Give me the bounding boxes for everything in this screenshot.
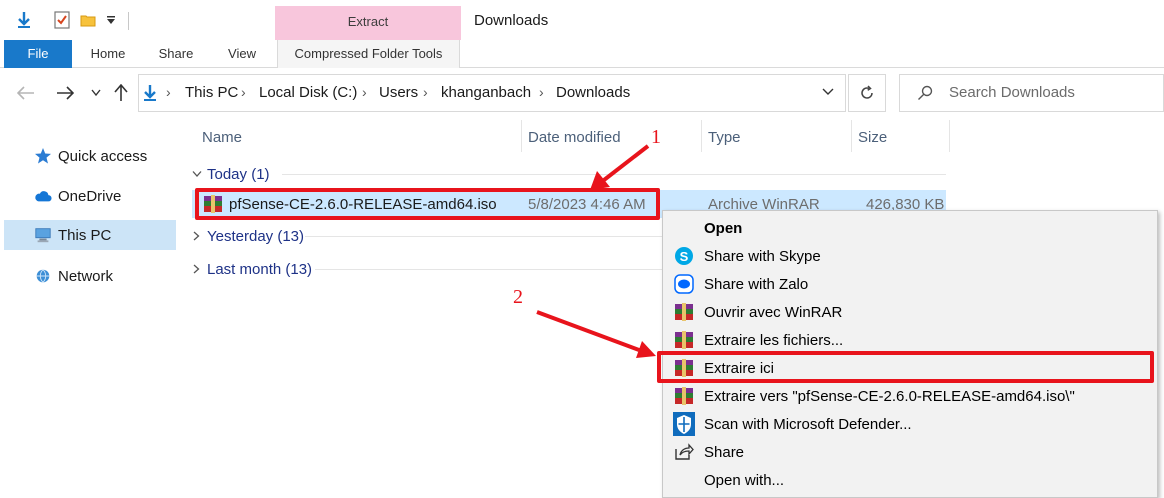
recent-locations-chevron-icon[interactable] <box>86 82 106 104</box>
annotation-arrowhead-2 <box>636 341 656 358</box>
properties-icon[interactable] <box>52 10 72 30</box>
annotation-highlight-extraire-ici <box>657 351 1154 383</box>
menu-item-label: Share with Skype <box>704 247 821 265</box>
group-header-today[interactable]: Today (1) <box>192 164 270 184</box>
column-divider[interactable] <box>701 120 702 152</box>
menu-item-extraire-les-fichiers[interactable]: Extraire les fichiers... <box>663 326 1157 354</box>
sidebar-item-label: Quick access <box>58 147 148 165</box>
winrar-icon <box>673 385 695 407</box>
breadcrumb-this-pc[interactable]: This PC <box>185 84 238 101</box>
menu-item-label: Share <box>704 443 745 461</box>
winrar-icon <box>673 301 695 323</box>
menu-item-label: Scan with Microsoft Defender... <box>704 415 912 433</box>
up-arrow-icon[interactable] <box>111 82 131 104</box>
menu-item-extraire-vers[interactable]: Extraire vers "pfSense-CE-2.6.0-RELEASE-… <box>663 382 1157 410</box>
star-icon <box>34 147 52 165</box>
chevron-down-icon <box>192 170 204 178</box>
menu-item-label: Open with... <box>704 471 785 489</box>
chevron-right-icon <box>192 264 204 274</box>
sidebar-item-label: OneDrive <box>58 187 122 205</box>
group-label: Last month (13) <box>207 260 313 278</box>
menu-item-share[interactable]: Share <box>663 438 1157 466</box>
menu-item-open-with[interactable]: Open with... <box>663 466 1157 494</box>
column-header-type[interactable]: Type <box>708 126 741 150</box>
column-divider[interactable] <box>851 120 852 152</box>
annotation-arrow-2 <box>536 310 640 352</box>
menu-item-label: Ouvrir avec WinRAR <box>704 303 843 321</box>
breadcrumb-local-disk[interactable]: Local Disk (C:) <box>259 84 357 101</box>
address-history-chevron-icon[interactable] <box>822 88 834 96</box>
menu-item-share-with-skype[interactable]: S Share with Skype <box>663 242 1157 270</box>
tab-file[interactable]: File <box>4 40 72 68</box>
quick-access-separator <box>128 12 129 30</box>
menu-item-share-with-zalo[interactable]: Share with Zalo <box>663 270 1157 298</box>
tab-view[interactable]: View <box>214 40 270 68</box>
window-title: Downloads <box>474 12 549 29</box>
sidebar-item-this-pc[interactable]: This PC <box>4 220 176 250</box>
cloud-icon <box>34 187 52 205</box>
menu-item-label: Open <box>704 219 743 237</box>
tab-compressed-folder-tools[interactable]: Compressed Folder Tools <box>277 40 460 68</box>
sidebar-item-onedrive[interactable]: OneDrive <box>4 181 176 211</box>
zalo-icon <box>673 273 695 295</box>
svg-text:S: S <box>680 249 689 264</box>
menu-item-label: Share with Zalo <box>704 275 809 293</box>
annotation-highlight-file <box>195 188 660 220</box>
menu-item-label: Extraire les fichiers... <box>704 331 844 349</box>
computer-icon <box>34 226 52 244</box>
skype-icon: S <box>673 245 695 267</box>
customize-dropdown-icon[interactable] <box>101 10 121 30</box>
sidebar-item-quick-access[interactable]: Quick access <box>4 141 176 171</box>
annotation-number-1: 1 <box>651 126 661 148</box>
menu-item-label: Extraire vers "pfSense-CE-2.6.0-RELEASE-… <box>704 387 1075 405</box>
group-header-yesterday[interactable]: Yesterday (13) <box>192 226 304 246</box>
refresh-button[interactable] <box>848 74 886 112</box>
group-divider <box>282 174 946 175</box>
breadcrumb-users[interactable]: Users <box>379 84 418 101</box>
defender-shield-icon <box>673 412 695 436</box>
breadcrumb-separator-icon[interactable]: › <box>166 84 171 100</box>
breadcrumb-downloads[interactable]: Downloads <box>556 84 630 101</box>
search-placeholder: Search Downloads <box>949 84 1075 101</box>
breadcrumb-separator-icon[interactable]: › <box>539 84 544 100</box>
breadcrumb-separator-icon[interactable]: › <box>241 84 246 100</box>
group-label: Today (1) <box>207 165 270 183</box>
column-header-name[interactable]: Name <box>202 126 242 150</box>
column-header-date-modified[interactable]: Date modified <box>528 126 621 150</box>
group-header-last-month[interactable]: Last month (13) <box>192 259 312 279</box>
sidebar-item-label: This PC <box>58 226 112 244</box>
new-folder-icon[interactable] <box>78 10 98 30</box>
downloads-location-icon <box>143 84 159 102</box>
tab-home[interactable]: Home <box>78 40 138 68</box>
breadcrumb-separator-icon[interactable]: › <box>423 84 428 100</box>
group-label: Yesterday (13) <box>207 227 305 245</box>
extract-context-label: Extract <box>347 14 389 29</box>
search-icon <box>917 85 933 101</box>
share-icon <box>673 441 695 463</box>
breadcrumb-separator-icon[interactable]: › <box>362 84 367 100</box>
network-icon <box>34 267 52 285</box>
annotation-number-2: 2 <box>513 286 523 308</box>
refresh-icon <box>861 85 873 99</box>
menu-item-scan-with-defender[interactable]: Scan with Microsoft Defender... <box>663 410 1157 438</box>
menu-item-open[interactable]: Open <box>663 214 1157 242</box>
title-bar <box>0 0 1164 40</box>
sidebar-item-label: Network <box>58 267 114 285</box>
winrar-icon <box>673 329 695 351</box>
sidebar-item-network[interactable]: Network <box>4 261 176 291</box>
download-arrow-icon[interactable] <box>14 10 34 30</box>
forward-arrow-icon[interactable] <box>55 82 75 104</box>
tab-share[interactable]: Share <box>150 40 202 68</box>
column-header-size[interactable]: Size <box>858 126 887 150</box>
breadcrumb-user-folder[interactable]: khanganbach <box>441 84 531 101</box>
chevron-right-icon <box>192 231 204 241</box>
column-divider[interactable] <box>949 120 950 152</box>
menu-item-ouvrir-avec-winrar[interactable]: Ouvrir avec WinRAR <box>663 298 1157 326</box>
column-divider[interactable] <box>521 120 522 152</box>
back-arrow-icon[interactable] <box>16 82 36 104</box>
